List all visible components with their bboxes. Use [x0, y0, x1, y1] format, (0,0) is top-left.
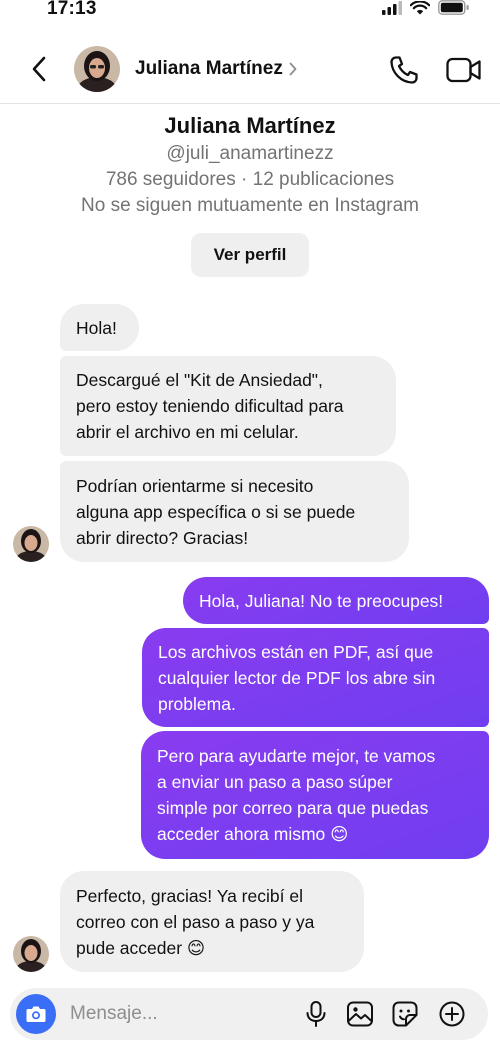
- message-incoming[interactable]: Perfecto, gracias! Ya recibí el correo c…: [60, 871, 364, 972]
- signal-icon: [382, 0, 402, 15]
- image-icon: [347, 1001, 373, 1027]
- message-incoming[interactable]: Podrían orientarme si necesito alguna ap…: [60, 461, 409, 562]
- sender-avatar[interactable]: [13, 936, 49, 972]
- chat-header: Juliana Martínez: [0, 38, 500, 104]
- status-bar: 17:13: [0, 0, 500, 22]
- add-button[interactable]: [438, 1000, 466, 1028]
- message-outgoing[interactable]: Pero para ayudarte mejor, te vamos a env…: [141, 731, 489, 859]
- battery-icon: [438, 0, 469, 15]
- add-circle-icon: [439, 1001, 465, 1027]
- message-input[interactable]: [70, 1000, 290, 1028]
- header-contact-link[interactable]: Juliana Martínez: [135, 58, 297, 80]
- message-text: Hola!: [76, 317, 117, 338]
- profile-stats: 786 seguidores · 12 publicaciones: [105, 169, 395, 190]
- wifi-icon: [410, 0, 430, 14]
- avatar-image: [13, 526, 49, 562]
- microphone-icon: [306, 1001, 326, 1027]
- message-text: Perfecto, gracias! Ya recibí el correo c…: [76, 885, 315, 958]
- header-contact-name: Juliana Martínez: [135, 58, 283, 79]
- message-incoming[interactable]: Hola!: [60, 304, 139, 351]
- camera-icon: [26, 1006, 46, 1022]
- header-avatar[interactable]: [74, 46, 120, 92]
- camera-button[interactable]: [16, 994, 56, 1034]
- profile-handle: @juli_anamartinezz: [166, 143, 334, 164]
- profile-name: Juliana Martínez: [164, 113, 336, 138]
- back-button[interactable]: [26, 54, 52, 84]
- sticker-icon: [392, 1001, 418, 1027]
- profile-mutual-status: No se siguen mutuamente en Instagram: [81, 195, 419, 216]
- avatar-image: [74, 46, 120, 92]
- sticker-button[interactable]: [391, 1000, 419, 1028]
- message-outgoing[interactable]: Hola, Juliana! No te preocupes!: [183, 577, 489, 624]
- message-text: Pero para ayudarte mejor, te vamos a env…: [157, 746, 436, 844]
- chevron-right-icon: [289, 62, 297, 76]
- avatar-image: [13, 936, 49, 972]
- gallery-button[interactable]: [346, 1000, 374, 1028]
- microphone-button[interactable]: [302, 1000, 330, 1028]
- message-text: Podrían orientarme si necesito alguna ap…: [76, 475, 356, 548]
- status-icons: [382, 0, 470, 15]
- back-arrow-icon: [32, 56, 46, 82]
- message-incoming[interactable]: Descargué el "Kit de Ansiedad", pero est…: [60, 356, 396, 456]
- message-text: Hola, Juliana! No te preocupes!: [199, 590, 444, 611]
- view-profile-button[interactable]: Ver perfil: [191, 233, 309, 277]
- phone-icon: [390, 56, 418, 84]
- sender-avatar[interactable]: [13, 526, 49, 562]
- message-text: Los archivos están en PDF, así que cualq…: [158, 641, 436, 714]
- message-outgoing[interactable]: Los archivos están en PDF, así que cualq…: [142, 628, 489, 727]
- message-text: Descargué el "Kit de Ansiedad", pero est…: [76, 370, 344, 442]
- status-time: 17:13: [47, 0, 97, 19]
- video-camera-icon: [446, 57, 481, 83]
- video-call-button[interactable]: [446, 56, 482, 84]
- profile-summary: Juliana Martínez @juli_anamartinezz 786 …: [0, 112, 500, 219]
- voice-call-button[interactable]: [388, 54, 420, 86]
- message-composer: [10, 988, 488, 1040]
